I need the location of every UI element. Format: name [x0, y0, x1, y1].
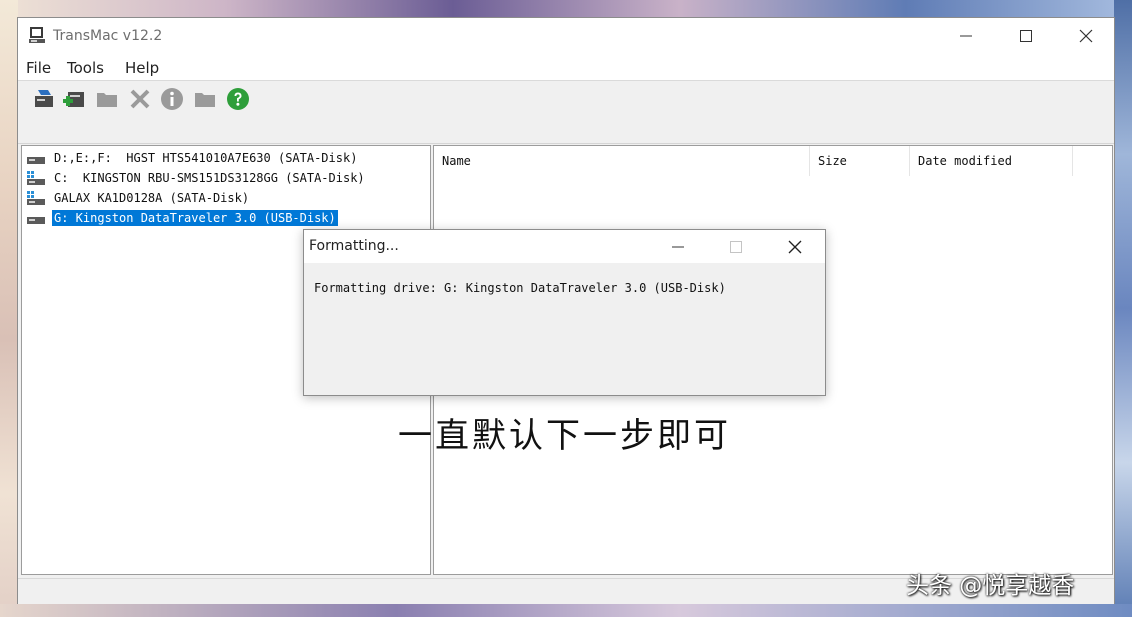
windows-drive-icon	[27, 170, 45, 185]
minimize-icon	[960, 35, 972, 37]
menu-help[interactable]: Help	[125, 59, 159, 77]
folder-button[interactable]	[193, 87, 219, 113]
drive-item-selected[interactable]: G: Kingston DataTraveler 3.0 (USB-Disk)	[26, 208, 338, 227]
dialog-title-bar[interactable]: Formatting...	[304, 230, 825, 263]
close-icon	[1079, 29, 1093, 43]
menu-tools[interactable]: Tools	[67, 59, 104, 77]
windows-drive-icon	[27, 190, 45, 205]
tutorial-caption: 一直默认下一步即可	[398, 416, 731, 456]
drive-label: GALAX KA1D0128A (SATA-Disk)	[54, 190, 250, 205]
dialog-maximize-button	[707, 230, 765, 263]
help-button[interactable]	[226, 87, 252, 113]
open-disk-icon	[35, 90, 53, 107]
drive-item[interactable]: GALAX KA1D0128A (SATA-Disk)	[26, 188, 251, 207]
usb-drive-icon	[27, 216, 45, 224]
hard-drive-icon	[27, 156, 45, 164]
info-icon	[161, 88, 183, 110]
close-button[interactable]	[1063, 18, 1109, 54]
drive-label: C: KINGSTON RBU-SMS151DS3128GG (SATA-Dis…	[54, 170, 365, 185]
desktop-background-top	[0, 0, 1132, 17]
column-header-date-modified[interactable]: Date modified	[910, 146, 1073, 176]
drive-label-selected: G: Kingston DataTraveler 3.0 (USB-Disk)	[52, 209, 338, 226]
column-header-size[interactable]: Size	[810, 146, 910, 176]
dialog-message: Formatting drive: G: Kingston DataTravel…	[314, 281, 726, 295]
menu-file[interactable]: File	[26, 59, 51, 77]
close-icon	[788, 240, 802, 253]
formatting-dialog: Formatting... Formatting drive: G: Kings…	[303, 229, 826, 396]
maximize-button[interactable]	[1003, 18, 1049, 54]
dialog-title: Formatting...	[309, 238, 399, 254]
folder-icon	[97, 93, 117, 107]
drive-item[interactable]: C: KINGSTON RBU-SMS151DS3128GG (SATA-Dis…	[26, 168, 367, 187]
drive-label: D:,E:,F: HGST HTS541010A7E630 (SATA-Disk…	[54, 150, 358, 165]
watermark: 头条 @悦享越香	[906, 573, 1075, 599]
help-icon	[227, 88, 249, 110]
desktop-background-left	[0, 0, 18, 617]
info-button[interactable]	[160, 87, 186, 113]
add-disk-icon	[63, 92, 84, 107]
app-icon	[28, 26, 46, 44]
maximize-icon	[1020, 30, 1032, 42]
dialog-close-button[interactable]	[766, 230, 824, 263]
desktop-background-right	[1114, 0, 1132, 617]
add-disk-button[interactable]	[62, 87, 88, 113]
minimize-icon	[672, 246, 684, 247]
new-folder-button[interactable]	[95, 87, 121, 113]
column-header-name[interactable]: Name	[434, 146, 810, 176]
window-title: TransMac v12.2	[53, 28, 163, 44]
drive-item[interactable]: D:,E:,F: HGST HTS541010A7E630 (SATA-Disk…	[26, 148, 359, 167]
delete-icon	[130, 89, 150, 109]
menu-bar: File Tools Help	[18, 54, 1114, 81]
toolbar	[18, 81, 1114, 144]
open-disk-button[interactable]	[32, 87, 58, 113]
delete-button[interactable]	[128, 87, 154, 113]
maximize-icon	[730, 240, 742, 253]
dialog-minimize-button[interactable]	[649, 230, 707, 263]
folder-icon	[195, 93, 215, 107]
desktop-background-bottom	[0, 604, 1132, 617]
minimize-button[interactable]	[943, 18, 989, 54]
title-bar[interactable]: TransMac v12.2	[18, 18, 1114, 54]
